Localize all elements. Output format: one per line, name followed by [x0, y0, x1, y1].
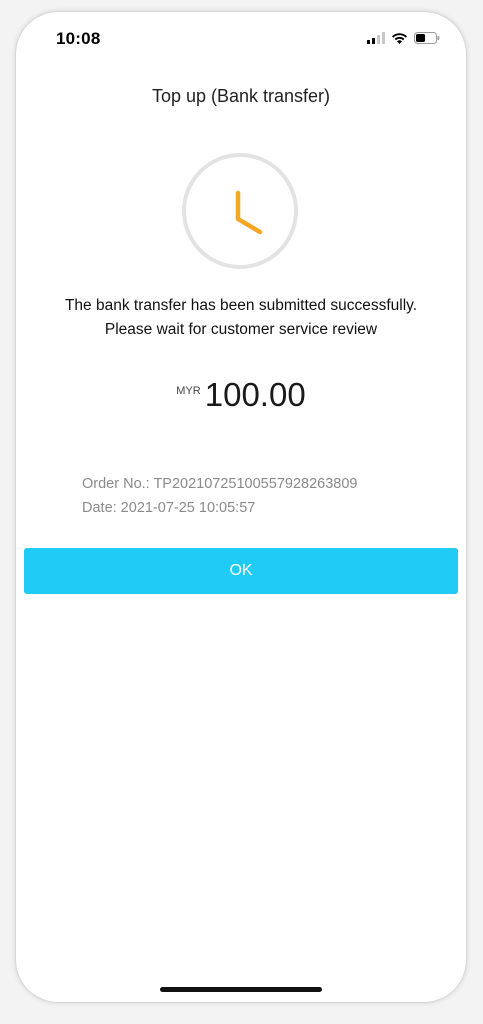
page-title: Top up (Bank transfer) — [151, 86, 331, 106]
status-time: 10:08 — [56, 29, 101, 48]
phone-frame: 10:08 Top up (Bank transfer) The bank tr… — [16, 12, 466, 1002]
order-info: Order No.: TP20210725100557928263809 Dat… — [82, 472, 357, 520]
ok-button[interactable]: OK — [24, 548, 458, 594]
status-bar: 10:08 — [16, 12, 466, 64]
currency-label: MYR — [176, 385, 201, 397]
wifi-icon — [392, 33, 407, 44]
home-indicator — [160, 987, 322, 992]
amount-display: MYR 100.00 — [16, 376, 466, 414]
battery-icon — [414, 32, 440, 44]
submission-message: The bank transfer has been submitted suc… — [16, 294, 466, 342]
signal-icon — [367, 32, 385, 44]
message-line-1: The bank transfer has been submitted suc… — [64, 297, 418, 314]
status-icons — [367, 30, 440, 46]
clock-icon — [182, 153, 298, 269]
amount-value: 100.00 — [204, 376, 306, 413]
message-line-2: Please wait for customer service review — [104, 321, 378, 338]
order-date: Date: 2021-07-25 10:05:57 — [82, 500, 256, 516]
order-number: Order No.: TP20210725100557928263809 — [82, 476, 358, 492]
pending-status — [181, 152, 299, 270]
screen-background: 10:08 Top up (Bank transfer) The bank tr… — [0, 0, 483, 1024]
